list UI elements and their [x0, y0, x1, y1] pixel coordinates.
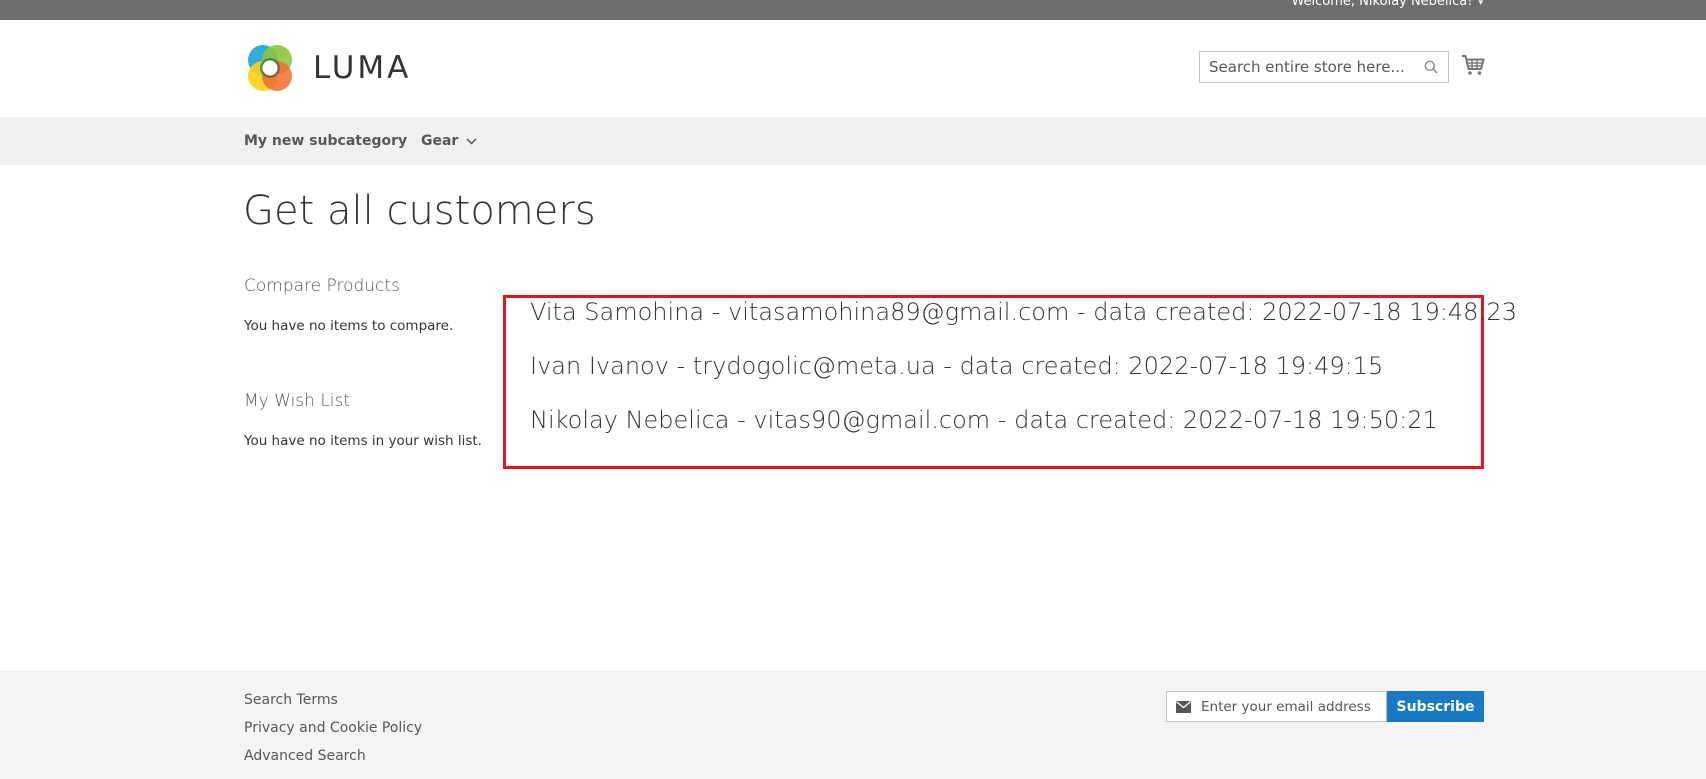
luma-logo-icon — [248, 45, 292, 91]
page-title: Get all customers — [243, 188, 596, 234]
nav-item-gear[interactable]: Gear — [421, 133, 477, 149]
wish-list-block: My Wish List You have no items in your w… — [244, 391, 482, 449]
top-bar: Welcome, Nikolay Nebelica! ▾ — [0, 0, 1706, 20]
footer-link-advanced-search[interactable]: Advanced Search — [244, 748, 366, 764]
customer-row: Nikolay Nebelica - vitas90@gmail.com - d… — [530, 406, 1438, 434]
customer-row: Ivan Ivanov - trydogolic@meta.ua - data … — [530, 352, 1384, 380]
chevron-down-icon: ▾ — [1478, 0, 1483, 8]
newsletter-email-input[interactable] — [1201, 692, 1385, 721]
footer-link-search-terms[interactable]: Search Terms — [244, 692, 338, 708]
footer-link-privacy-policy[interactable]: Privacy and Cookie Policy — [244, 720, 422, 736]
compare-products-block: Compare Products You have no items to co… — [244, 276, 453, 334]
nav-item-my-new-subcategory[interactable]: My new subcategory — [244, 133, 407, 149]
newsletter-form: Subscribe — [1166, 691, 1484, 722]
wish-list-empty: You have no items in your wish list. — [244, 433, 482, 449]
compare-products-title: Compare Products — [244, 276, 400, 296]
envelope-icon — [1176, 701, 1191, 713]
store-logo[interactable]: LUMA — [244, 42, 411, 94]
wish-list-title: My Wish List — [244, 391, 351, 411]
cart-icon[interactable] — [1461, 54, 1485, 76]
welcome-text: Welcome, Nikolay Nebelica! — [1291, 0, 1473, 9]
nav-item-label: My new subcategory — [244, 133, 408, 149]
main-navigation: My new subcategory Gear — [0, 117, 1706, 165]
search-box — [1199, 51, 1449, 83]
customer-row: Vita Samohina - vitasamohina89@gmail.com… — [530, 298, 1517, 326]
customers-list: Vita Samohina - vitasamohina89@gmail.com… — [503, 295, 1517, 469]
subscribe-button[interactable]: Subscribe — [1387, 691, 1484, 722]
compare-products-empty: You have no items to compare. — [244, 318, 454, 334]
search-input[interactable] — [1200, 52, 1410, 82]
chevron-down-icon — [466, 138, 477, 145]
newsletter-email-wrap — [1166, 691, 1387, 722]
logo-text: LUMA — [313, 50, 412, 86]
nav-item-label: Gear — [421, 133, 459, 149]
welcome-menu[interactable]: Welcome, Nikolay Nebelica! ▾ — [1291, 0, 1483, 9]
footer: Search Terms Privacy and Cookie Policy A… — [0, 671, 1706, 779]
search-icon[interactable] — [1424, 60, 1438, 74]
header: LUMA — [0, 20, 1706, 117]
